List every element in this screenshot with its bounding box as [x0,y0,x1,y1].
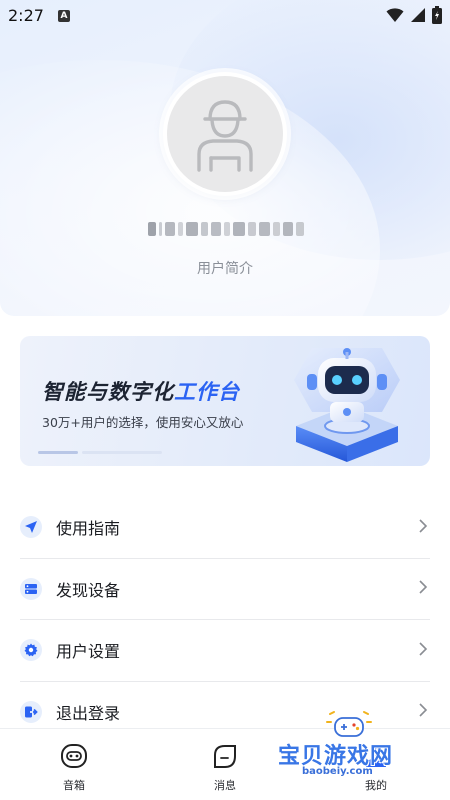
menu-item-discover-devices[interactable]: 发现设备 [20,559,430,620]
avatar[interactable] [163,72,287,196]
signal-icon [410,7,426,27]
nav-tab-speaker[interactable]: 音箱 [44,743,104,793]
username [148,218,149,232]
battery-icon [432,6,442,28]
watermark: 宝贝游戏网 baobeiy.com [272,710,432,786]
message-icon [212,743,238,773]
nav-tab-label: 消息 [214,779,236,792]
chevron-right-icon [416,579,430,598]
settings-menu: 使用指南 发现设备 用户设置 退出登录 [20,497,430,743]
banner-title: 智能与数字化工作台 [42,376,240,406]
banner-title-main: 智能与数字化 [42,380,174,404]
user-placeholder-icon [185,92,265,176]
status-icons [386,6,442,28]
menu-item-label: 使用指南 [56,519,121,539]
banner-subtitle: 30万+用户的选择，使用安心又放心 [42,415,244,430]
nav-tab-messages[interactable]: 消息 [195,743,255,793]
avatar-frame [167,76,283,192]
wifi-icon [386,7,404,27]
status-bar: 2:27 A [0,0,450,32]
username-blurred [148,218,304,240]
status-time: 2:27 [8,6,44,25]
robot-illustration [294,348,400,462]
banner-indicator-track [82,451,162,454]
menu-item-label: 发现设备 [56,580,121,600]
menu-item-user-settings[interactable]: 用户设置 [20,620,430,682]
chevron-right-icon [416,641,430,660]
chevron-right-icon [416,518,430,537]
device-list-icon [20,577,42,600]
nav-tab-label: 音箱 [63,779,85,792]
gear-icon [20,639,42,662]
menu-item-label: 用户设置 [56,642,121,662]
navigation-arrow-icon [20,516,42,539]
notification-icon: A [58,10,70,22]
profile-screen: 2:27 A 用户简介 智能与数字化工作台 30万+用户的选择，使用安心又放心 … [0,0,450,800]
banner-title-accent: 工作台 [174,380,240,404]
user-bio[interactable]: 用户简介 [0,258,450,278]
speaker-icon [60,743,88,773]
logout-icon [20,700,42,723]
menu-item-guide[interactable]: 使用指南 [20,497,430,559]
watermark-url: baobeiy.com [302,766,373,777]
promo-banner[interactable]: 智能与数字化工作台 30万+用户的选择，使用安心又放心 [20,336,430,466]
banner-indicator [38,451,78,454]
